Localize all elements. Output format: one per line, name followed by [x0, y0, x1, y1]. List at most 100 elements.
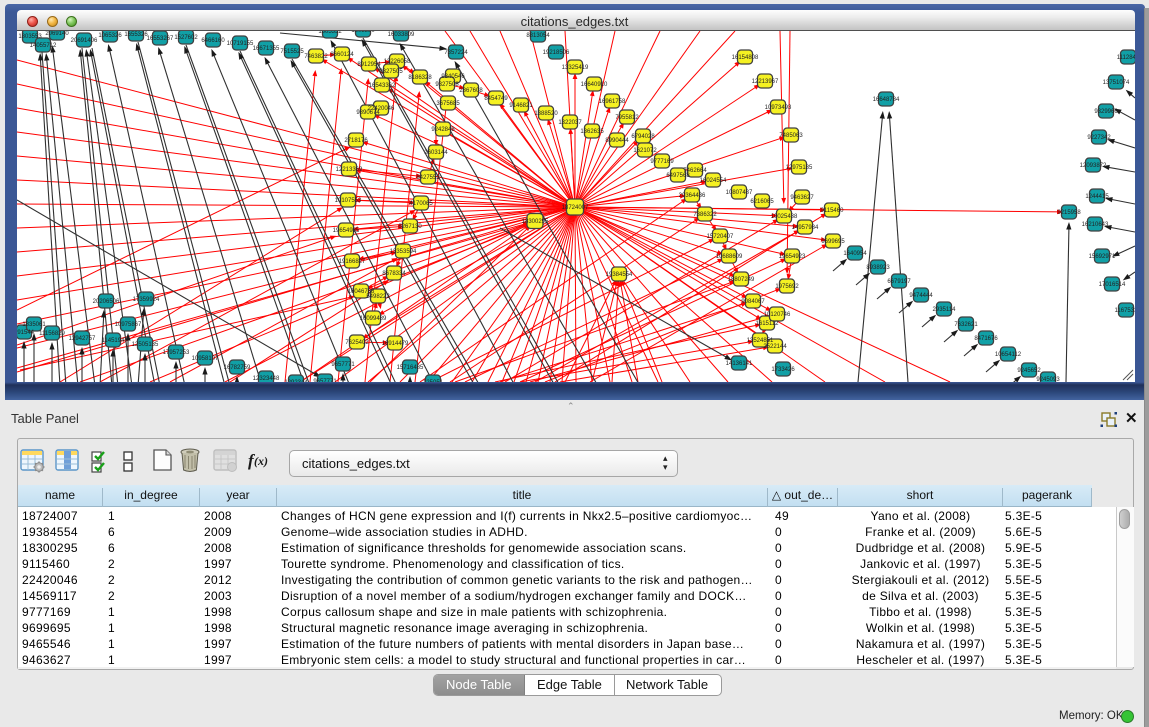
svg-text:15692971: 15692971 [1089, 254, 1116, 260]
svg-text:10719155: 10719155 [227, 41, 254, 47]
svg-text:125051: 125051 [423, 380, 444, 382]
svg-text:15720407: 15720407 [707, 234, 734, 240]
svg-text:8938923: 8938923 [866, 265, 890, 271]
svg-text:17359924: 17359924 [133, 297, 160, 303]
svg-text:2718176: 2718176 [344, 138, 368, 144]
svg-text:17957253: 17957253 [163, 350, 190, 356]
svg-text:9463627: 9463627 [790, 195, 814, 201]
svg-text:9329966: 9329966 [1094, 109, 1118, 115]
svg-text:7462664: 7462664 [683, 168, 707, 174]
svg-text:20206506: 20206506 [93, 299, 120, 305]
svg-text:13751074: 13751074 [1103, 80, 1130, 86]
svg-text:10025438: 10025438 [771, 214, 798, 220]
svg-text:14055712: 14055712 [30, 43, 57, 49]
svg-text:12093872: 12093872 [1080, 163, 1107, 169]
svg-text:5498222: 5498222 [366, 294, 390, 300]
svg-text:1112843: 1112843 [1117, 55, 1135, 61]
svg-text:13353594: 13353594 [390, 249, 417, 255]
svg-text:9215958: 9215958 [1057, 210, 1081, 216]
svg-text:7357224: 7357224 [444, 50, 468, 56]
svg-text:7515525: 7515525 [280, 49, 304, 55]
svg-text:8471676: 8471676 [974, 336, 998, 342]
svg-text:10120746: 10120746 [764, 312, 791, 318]
svg-text:2603144: 2603144 [424, 150, 448, 156]
svg-text:9227342: 9227342 [1087, 135, 1111, 141]
svg-text:12975185: 12975185 [786, 165, 813, 171]
svg-text:20691406: 20691406 [71, 38, 98, 44]
svg-text:10107553: 10107553 [335, 198, 362, 204]
svg-text:9146821: 9146821 [509, 103, 533, 109]
svg-text:1527602: 1527602 [174, 35, 198, 41]
svg-text:16024554: 16024554 [700, 178, 727, 184]
svg-text:9340546: 9340546 [441, 74, 465, 80]
svg-text:1388520: 1388520 [534, 111, 558, 117]
svg-text:15716485: 15716485 [397, 365, 424, 371]
svg-text:1065326: 1065326 [98, 33, 122, 39]
svg-text:8267130: 8267130 [398, 224, 422, 230]
svg-text:6216065: 6216065 [750, 199, 774, 205]
svg-text:1605332: 1605332 [318, 31, 342, 35]
svg-text:12213967: 12213967 [752, 79, 779, 85]
svg-text:10958107: 10958107 [192, 356, 219, 362]
svg-text:10807487: 10807487 [726, 190, 753, 196]
svg-text:7625402: 7625402 [345, 340, 369, 346]
svg-text:1615112: 1615112 [756, 321, 780, 327]
svg-text:9245093: 9245093 [1036, 377, 1060, 382]
svg-text:16099489: 16099489 [360, 316, 387, 322]
svg-text:7632621: 7632621 [954, 322, 978, 328]
svg-text:18300295: 18300295 [522, 219, 549, 225]
svg-text:16914479: 16914479 [382, 341, 409, 347]
svg-text:9890674: 9890674 [356, 110, 380, 116]
svg-text:16961758: 16961758 [599, 99, 626, 105]
svg-text:6466160: 6466160 [201, 38, 225, 44]
svg-text:9084067: 9084067 [741, 299, 765, 305]
svg-text:9245652: 9245652 [1017, 368, 1041, 374]
svg-text:9657771: 9657771 [313, 379, 337, 382]
svg-text:10654112: 10654112 [995, 352, 1022, 358]
svg-text:10688609: 10688609 [716, 254, 743, 260]
svg-text:9474444: 9474444 [909, 293, 933, 299]
svg-text:2867608: 2867608 [459, 88, 483, 94]
svg-text:(x): (x) [254, 454, 268, 468]
svg-text:8912954: 8912954 [357, 62, 381, 68]
svg-text:11156829: 11156829 [39, 331, 65, 337]
svg-text:12505135: 12505135 [132, 342, 159, 348]
svg-text:16648784: 16648784 [873, 97, 900, 103]
svg-text:8813054: 8813054 [526, 33, 550, 39]
svg-text:2935114: 2935114 [933, 307, 957, 313]
svg-text:17016514: 17016514 [1099, 282, 1126, 288]
svg-text:8660124: 8660124 [330, 52, 354, 58]
svg-text:1803553: 1803553 [18, 34, 42, 40]
svg-text:16782759: 16782759 [224, 365, 251, 371]
svg-text:16543362: 16543362 [369, 83, 396, 89]
svg-text:9777169: 9777169 [650, 159, 674, 165]
svg-text:1362635: 1362635 [580, 129, 604, 135]
svg-text:16033809: 16033809 [388, 32, 415, 38]
svg-text:9699695: 9699695 [821, 239, 845, 245]
svg-text:1835061: 1835061 [22, 322, 46, 328]
svg-text:8454749: 8454749 [484, 96, 508, 102]
svg-text:13226058: 13226058 [384, 59, 411, 65]
svg-text:20364436: 20364436 [679, 193, 706, 199]
svg-text:19384554: 19384554 [606, 272, 633, 278]
svg-text:16640910: 16640910 [581, 82, 608, 88]
svg-text:7463822: 7463822 [304, 54, 328, 60]
svg-text:9242848: 9242848 [431, 127, 455, 133]
svg-text:9115460: 9115460 [821, 208, 845, 214]
svg-text:7485063: 7485063 [779, 133, 803, 139]
svg-text:16671355: 16671355 [253, 46, 280, 52]
svg-text:19654985: 19654985 [333, 228, 360, 234]
svg-text:1621072: 1621072 [633, 148, 657, 154]
svg-text:1145194: 1145194 [102, 338, 126, 344]
svg-text:10975867: 10975867 [115, 322, 142, 328]
svg-text:391544: 391544 [17, 330, 35, 336]
svg-text:19218506: 19218506 [543, 50, 570, 56]
svg-text:8678334: 8678334 [382, 271, 406, 277]
svg-text:1640954: 1640954 [843, 251, 867, 257]
svg-text:16553267: 16553267 [147, 36, 174, 42]
svg-text:6794028: 6794028 [631, 134, 655, 140]
svg-text:1244415: 1244415 [1085, 194, 1109, 200]
svg-text:2522144: 2522144 [763, 344, 787, 350]
svg-text:8186328: 8186328 [408, 75, 432, 81]
svg-text:1975692: 1975692 [775, 284, 799, 290]
